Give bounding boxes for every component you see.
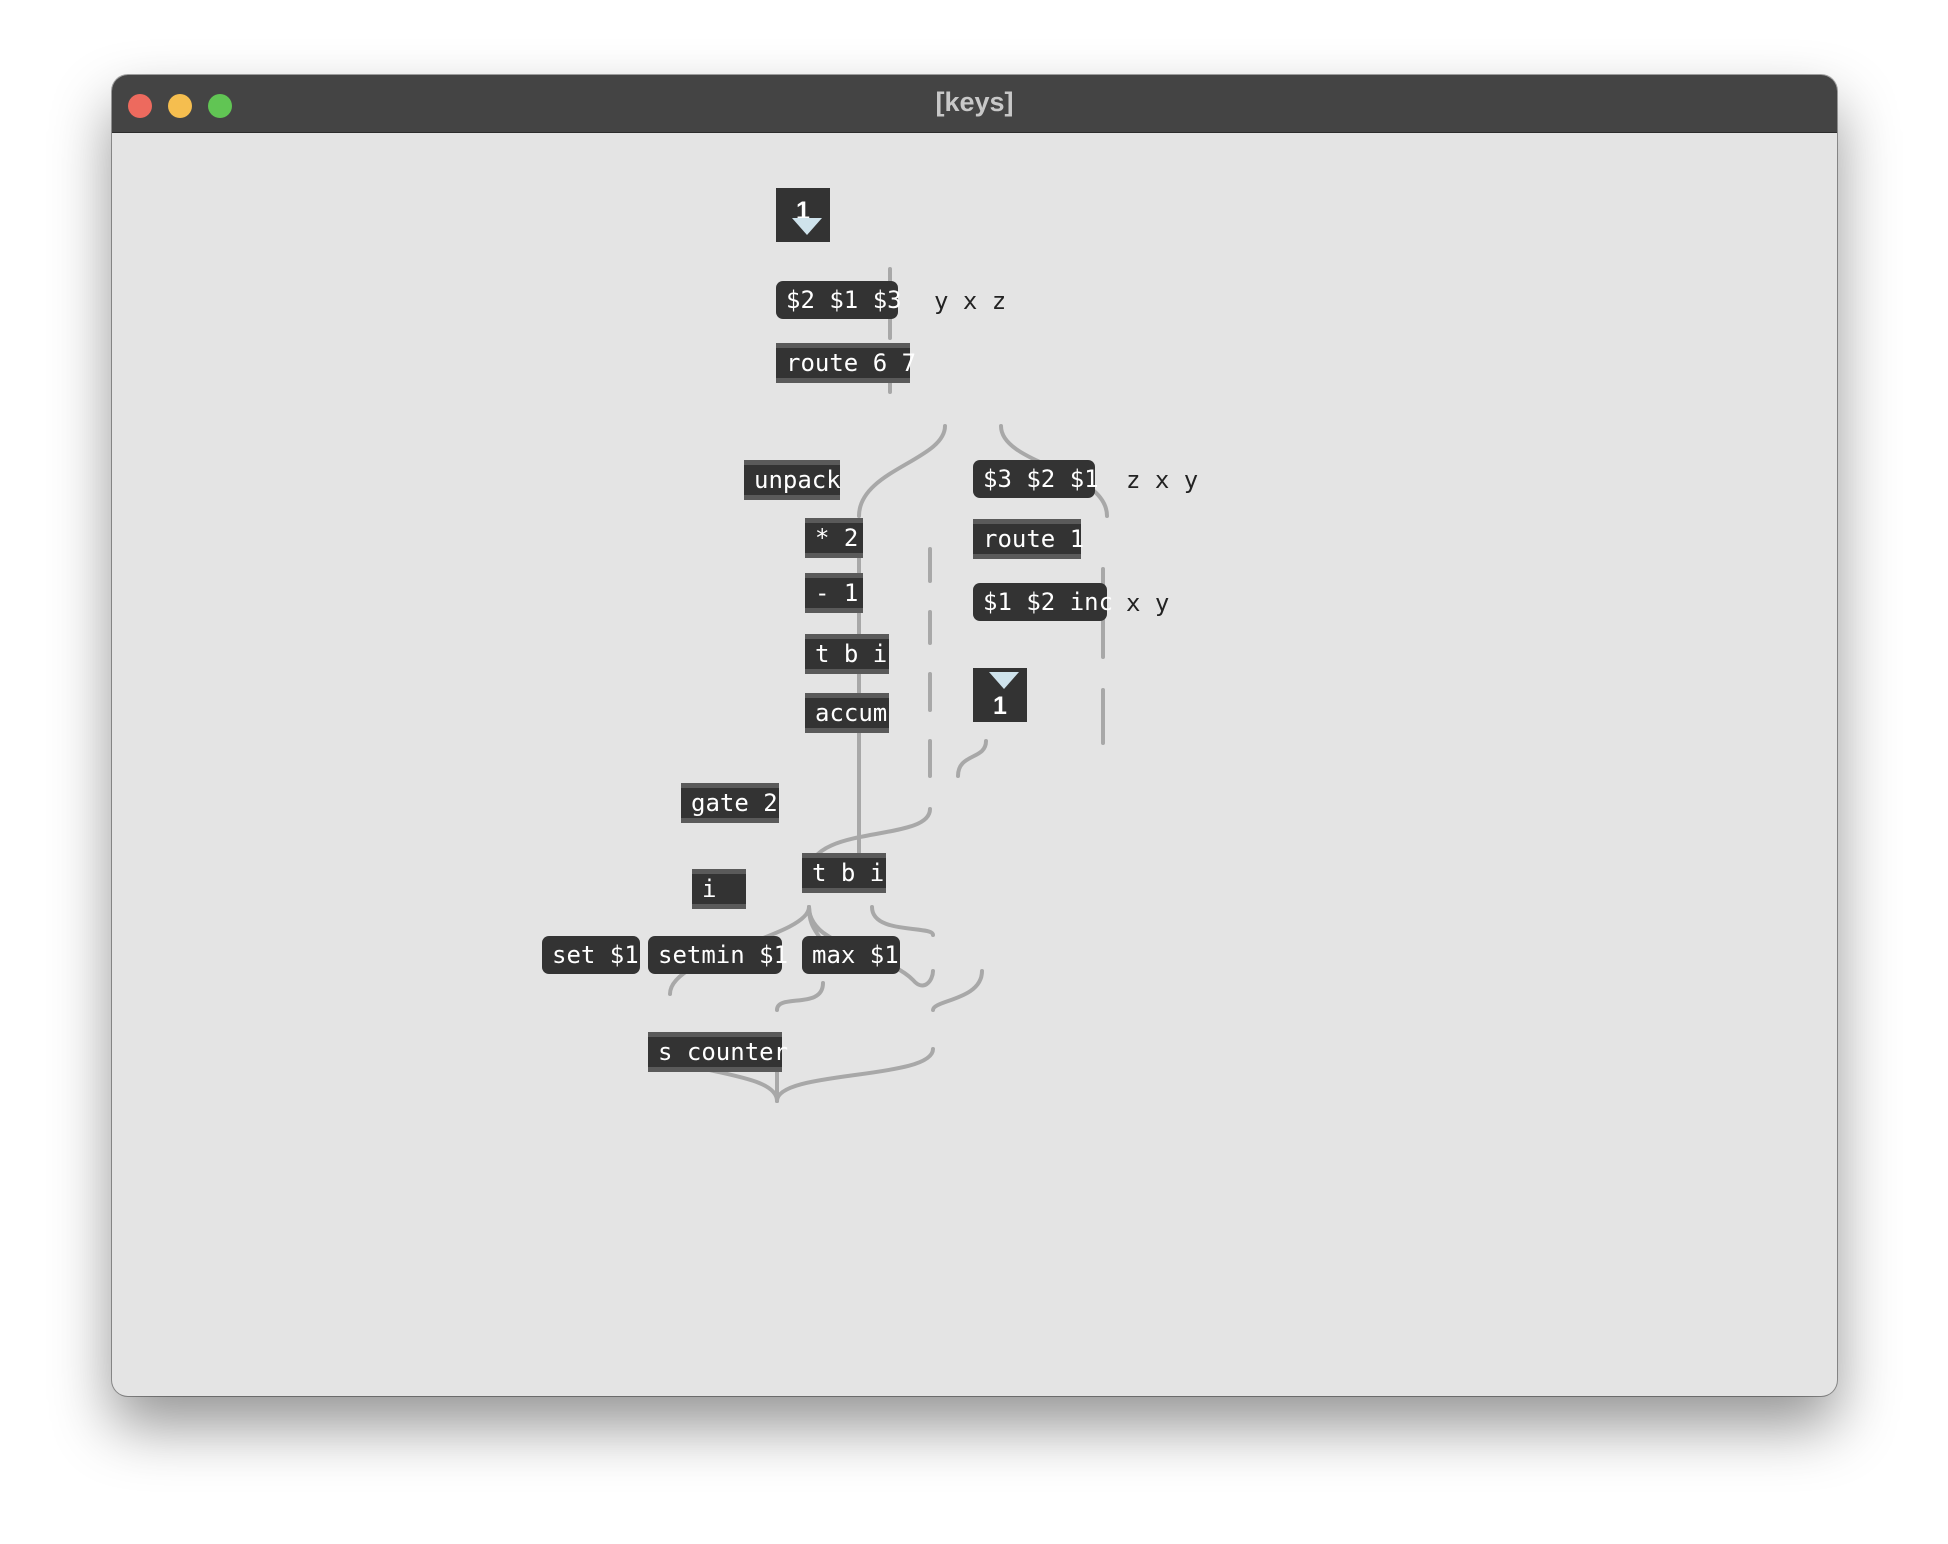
patch-cords bbox=[668, 267, 1109, 1103]
patch-cord bbox=[775, 1047, 935, 1103]
comment-zxy: z x y bbox=[1126, 466, 1199, 494]
message-setmin[interactable]: setmin $1 bbox=[648, 936, 788, 974]
patch-canvas[interactable]: 1 $2 $1 $3 y x z route 6 7 unpack $3 $2 … bbox=[112, 75, 1837, 1396]
object-trigger-bottom[interactable]: t b i bbox=[802, 853, 886, 893]
object-minus-1[interactable]: - 1 bbox=[805, 573, 863, 613]
title-bar[interactable]: [keys] bbox=[112, 75, 1837, 133]
comment-xy: x y bbox=[1126, 589, 1170, 617]
patch-cord bbox=[775, 981, 825, 1012]
patcher-window: 1 $2 $1 $3 y x z route 6 7 unpack $3 $2 … bbox=[112, 75, 1837, 1396]
message-inc[interactable]: $1 $2 inc bbox=[973, 583, 1113, 621]
triangle-down-icon bbox=[792, 218, 822, 235]
triangle-down-icon bbox=[989, 672, 1019, 689]
object-trigger-top[interactable]: t b i bbox=[805, 634, 889, 674]
object-unpack[interactable]: unpack bbox=[744, 460, 841, 500]
object-route-1[interactable]: route 1 bbox=[973, 519, 1084, 559]
object-route-6-7[interactable]: route 6 7 bbox=[776, 343, 916, 383]
window-title: [keys] bbox=[935, 87, 1014, 117]
number-box-input[interactable]: 1 bbox=[776, 188, 830, 242]
patch-cord bbox=[870, 905, 935, 937]
object-send-counter[interactable]: s counter bbox=[648, 1032, 788, 1072]
patch-cord bbox=[956, 739, 988, 778]
number-value: 1 bbox=[993, 692, 1007, 720]
comment-yxz: y x z bbox=[934, 287, 1007, 315]
patch-cord bbox=[857, 424, 947, 518]
object-gate-2[interactable]: gate 2 bbox=[681, 783, 779, 823]
message-set[interactable]: set $1 bbox=[542, 936, 640, 974]
object-multiply-2[interactable]: * 2 bbox=[805, 518, 863, 558]
object-accum[interactable]: accum bbox=[805, 693, 889, 733]
message-zxy[interactable]: $3 $2 $1 bbox=[973, 460, 1099, 498]
message-swap-yxz[interactable]: $2 $1 $3 bbox=[776, 281, 902, 319]
number-box-output[interactable]: 1 bbox=[973, 668, 1027, 722]
message-max[interactable]: max $1 bbox=[802, 936, 900, 974]
patch-cord bbox=[931, 969, 984, 1012]
object-int[interactable]: i bbox=[692, 869, 746, 909]
